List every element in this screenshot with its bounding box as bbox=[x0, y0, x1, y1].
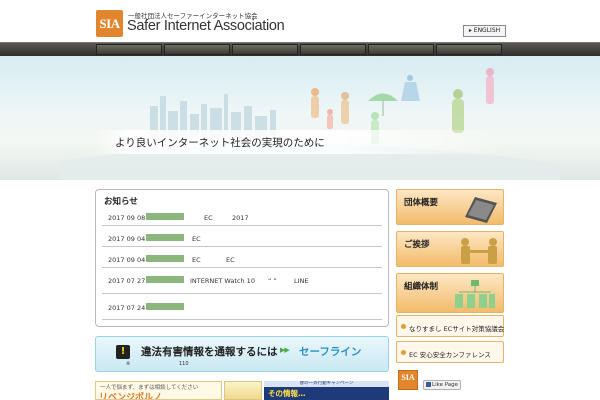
news-row[interactable]: 2017 09 04 EC bbox=[102, 230, 382, 247]
news-text[interactable]: EC bbox=[192, 256, 201, 264]
like-label: Like Page bbox=[432, 382, 459, 388]
news-panel: お知らせ 2017 09 08 EC 2017 2017 09 04 EC 20… bbox=[95, 189, 389, 327]
handshake-icon bbox=[461, 238, 497, 264]
side-link-label: EC 安心安全カンファレンス bbox=[409, 351, 491, 359]
hotline-banner[interactable]: ! 違法有害情報を通報するには ▶▶ セーフライン ※ 110 bbox=[95, 336, 389, 372]
nav-item[interactable] bbox=[164, 44, 230, 55]
facebook-icon bbox=[426, 382, 431, 387]
nav-item[interactable] bbox=[96, 44, 162, 55]
hero-illustration bbox=[60, 68, 560, 180]
hotline-note: 110 bbox=[179, 361, 189, 367]
global-nav bbox=[0, 42, 600, 56]
banner-caption: 春の一斉行動キャンペーン bbox=[264, 381, 389, 387]
warning-icon: ! bbox=[116, 345, 130, 359]
org-chart-icon bbox=[455, 280, 495, 308]
sia-logo[interactable]: SIA bbox=[96, 10, 123, 37]
side-link-label: なりすまし ECサイト対策協議会 bbox=[409, 325, 505, 333]
side-card-label: ご挨拶 bbox=[404, 240, 430, 250]
news-text[interactable]: 2017 bbox=[232, 214, 249, 222]
news-title: お知らせ bbox=[104, 197, 138, 207]
news-category-tag bbox=[146, 303, 184, 310]
news-date: 2017 07 24 bbox=[108, 304, 146, 312]
side-link-ec-spoofing[interactable]: なりすまし ECサイト対策協議会 bbox=[396, 315, 504, 337]
news-date: 2017 09 04 bbox=[108, 235, 146, 243]
news-row[interactable]: 2017 09 08 EC 2017 bbox=[102, 209, 382, 226]
news-text[interactable]: EC bbox=[226, 256, 235, 264]
bullet-icon bbox=[401, 350, 406, 355]
news-row[interactable]: 2017 09 04 EC EC bbox=[102, 251, 382, 268]
news-text[interactable]: EC bbox=[204, 214, 213, 222]
logo-name[interactable]: Safer Internet Association bbox=[127, 18, 285, 34]
side-greeting-card[interactable]: ご挨拶 bbox=[396, 231, 504, 267]
hotline-note: ※ bbox=[126, 361, 131, 367]
news-row[interactable]: 2017 07 24 bbox=[102, 298, 382, 320]
side-card-label: 組織体制 bbox=[404, 282, 439, 292]
news-date: 2017 09 08 bbox=[108, 214, 146, 222]
site-header: SIA 一般社団法人セーファーインターネット協会 Safer Internet … bbox=[0, 0, 600, 42]
double-arrow-icon: ▶▶ bbox=[280, 346, 290, 354]
sia-facebook-avatar[interactable]: SIA bbox=[398, 370, 418, 390]
news-text[interactable]: LINE bbox=[294, 277, 309, 285]
news-date: 2017 09 04 bbox=[108, 256, 146, 264]
news-category-tag bbox=[146, 213, 184, 220]
campaign-banner[interactable] bbox=[224, 381, 262, 400]
english-button[interactable]: ▸ ENGLISH bbox=[463, 25, 506, 37]
side-organization-card[interactable]: 組織体制 bbox=[396, 273, 504, 313]
facebook-like-button[interactable]: Like Page bbox=[423, 380, 461, 390]
side-link-ec-conference[interactable]: EC 安心安全カンファレンス bbox=[396, 341, 504, 363]
news-date: 2017 07 27 bbox=[108, 277, 146, 285]
hotline-title: 違法有害情報を通報するには bbox=[141, 346, 278, 358]
news-category-tag bbox=[146, 234, 184, 241]
banner-headline: リベンジポルノ bbox=[99, 393, 163, 400]
news-text[interactable]: EC bbox=[192, 235, 201, 243]
nav-item[interactable] bbox=[436, 44, 502, 55]
bullet-icon bbox=[401, 324, 406, 329]
nav-item[interactable] bbox=[300, 44, 366, 55]
news-category-tag bbox=[146, 276, 184, 283]
safeline-link[interactable]: セーフライン bbox=[299, 344, 361, 359]
tablet-icon bbox=[465, 197, 497, 223]
side-card-label: 団体概要 bbox=[404, 198, 439, 208]
hero-banner: より良いインターネット社会の実現のために bbox=[0, 56, 600, 180]
side-about-card[interactable]: 団体概要 bbox=[396, 189, 504, 225]
news-row[interactable]: 2017 07 27 INTERNET Watch 10 “ ” LINE bbox=[102, 272, 382, 294]
nav-item[interactable] bbox=[232, 44, 298, 55]
spring-campaign-banner[interactable]: 春の一斉行動キャンペーン その情報… bbox=[264, 381, 389, 400]
news-text[interactable]: INTERNET Watch 10 bbox=[190, 277, 255, 285]
revenge-porn-banner[interactable]: 一人で悩まず、まずは相談してください リベンジポルノ bbox=[95, 381, 222, 400]
news-category-tag bbox=[146, 255, 184, 262]
hero-caption: より良いインターネット社会の実現のために bbox=[115, 137, 325, 149]
banner-headline: その情報… bbox=[268, 389, 306, 398]
nav-item[interactable] bbox=[368, 44, 434, 55]
news-text[interactable]: “ ” bbox=[268, 277, 277, 285]
